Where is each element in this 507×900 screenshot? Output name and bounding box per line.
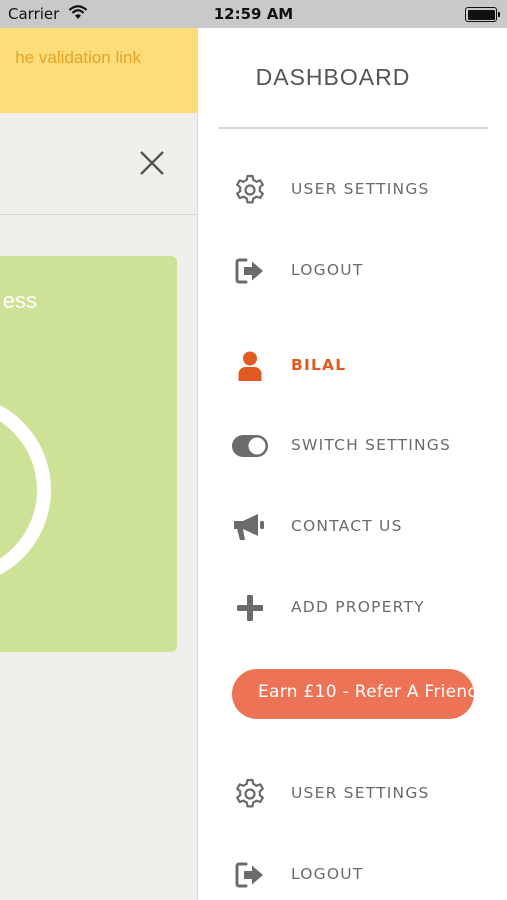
validation-banner: he validation link: [0, 28, 197, 113]
menu-item-label: BILAL: [291, 356, 347, 374]
gear-icon: [231, 172, 269, 208]
progress-ring: [0, 405, 51, 575]
menu-item-profile[interactable]: BILAL: [198, 341, 507, 391]
toggle-icon: [231, 428, 269, 464]
megaphone-icon: [231, 509, 269, 545]
drawer-title: DASHBOARD: [255, 64, 411, 90]
drawer-divider: [218, 127, 488, 129]
header-divider: [0, 214, 197, 215]
menu-item-add-property[interactable]: ADD PROPERTY: [198, 583, 507, 633]
battery-icon: [465, 7, 500, 22]
banner-text: he validation link: [15, 48, 141, 67]
menu-item-label: USER SETTINGS: [291, 784, 430, 802]
menu-item-label: USER SETTINGS: [291, 180, 430, 198]
logout-icon: [231, 253, 269, 289]
menu-item-label: LOGOUT: [291, 865, 364, 883]
menu-item-switch-settings[interactable]: SWITCH SETTINGS: [198, 421, 507, 471]
refer-friend-label: Earn £10 - Refer A Friend: [258, 682, 474, 702]
status-bar: Carrier 12:59 AM: [0, 0, 507, 28]
user-icon: [231, 348, 269, 384]
menu-item-contact-us[interactable]: CONTACT US: [198, 502, 507, 552]
menu-item-logout[interactable]: LOGOUT: [198, 246, 507, 296]
menu-item-label: LOGOUT: [291, 261, 364, 279]
clock: 12:59 AM: [213, 5, 294, 23]
close-icon[interactable]: [137, 148, 167, 178]
gear-icon: [231, 776, 269, 812]
background-screen: he validation link ess: [0, 28, 197, 900]
menu-item-label: SWITCH SETTINGS: [291, 436, 452, 454]
menu-item-user-settings-bottom[interactable]: USER SETTINGS: [198, 769, 507, 819]
menu-item-user-settings[interactable]: USER SETTINGS: [198, 165, 507, 215]
menu-item-label: ADD PROPERTY: [291, 598, 425, 616]
progress-card: ess: [0, 256, 177, 652]
menu-item-label: CONTACT US: [291, 517, 403, 535]
logout-icon: [231, 857, 269, 893]
navigation-drawer: DASHBOARD USER SETTINGS LOGOUT BILAL SWI…: [197, 28, 507, 900]
plus-icon: [231, 590, 269, 626]
menu-item-logout-bottom[interactable]: LOGOUT: [198, 850, 507, 900]
refer-friend-button[interactable]: Earn £10 - Refer A Friend: [232, 669, 474, 719]
